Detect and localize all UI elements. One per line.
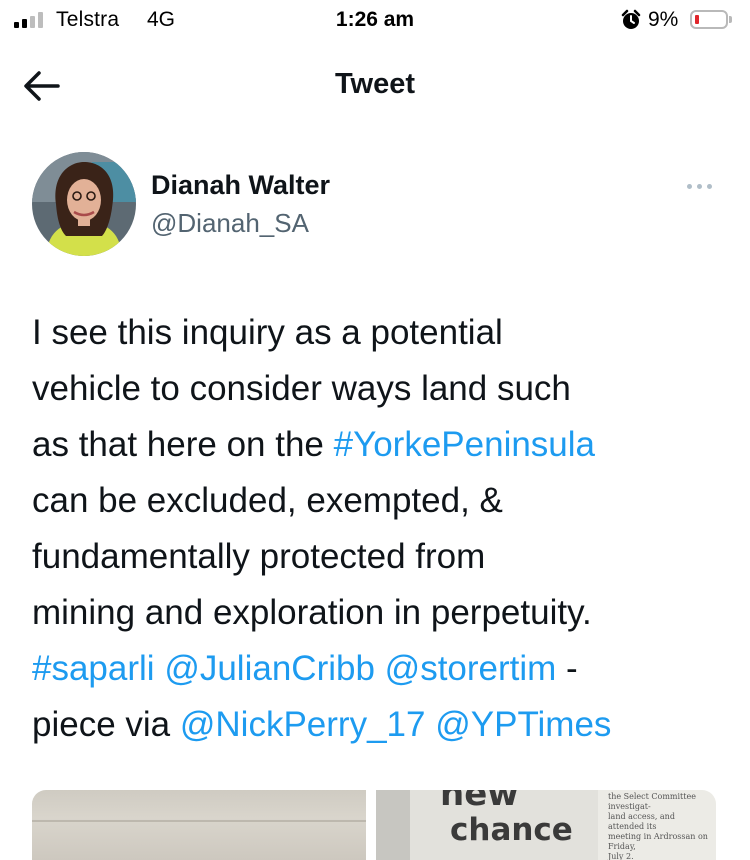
hashtag-link[interactable]: #saparli [32, 649, 155, 688]
avatar[interactable] [32, 152, 136, 256]
tweet-image-1[interactable] [32, 790, 366, 860]
alarm-clock-icon [621, 9, 641, 29]
image-article-text: the Select Committee investigat-land acc… [608, 792, 712, 860]
tweet-text-segment: piece via [32, 705, 180, 744]
tweet-text-segment [155, 649, 165, 688]
tweet-text-segment [425, 705, 435, 744]
tweet-text-segment: - [556, 649, 578, 688]
tweet-text-line: vehicle to consider ways land such [32, 361, 732, 417]
image-article-line: the Select Committee investigat- [608, 792, 696, 811]
tweet-text-segment: vehicle to consider ways land such [32, 369, 571, 408]
image-article-line: meeting in Ardrossan on Friday, [608, 832, 708, 851]
image-article-line: land access, and attended its [608, 812, 675, 831]
page-title: Tweet [334, 68, 416, 100]
tweet-text-line: piece via @NickPerry_17 @YPTimes [32, 697, 732, 753]
tweet-text-segment: fundamentally protected from [32, 537, 486, 576]
mention-link[interactable]: @storertim [385, 649, 557, 688]
image-article-line: July 2. [608, 852, 634, 860]
tweet-image-2[interactable]: new chance the Select Committee investig… [376, 790, 716, 860]
top-nav-bar: Tweet [0, 44, 750, 128]
battery-icon [690, 10, 728, 29]
more-horizontal-icon[interactable] [682, 178, 716, 194]
battery-percent: 9% [648, 8, 679, 31]
tweet-text-segment: I see this inquiry as a potential [32, 313, 503, 352]
mention-link[interactable]: @JulianCribb [164, 649, 375, 688]
tweet-text-line: #saparli @JulianCribb @storertim - [32, 641, 732, 697]
hashtag-link[interactable]: #YorkePeninsula [334, 425, 595, 464]
mention-link[interactable]: @NickPerry_17 [180, 705, 426, 744]
author-handle[interactable]: @Dianah_SA [151, 208, 309, 239]
author-name[interactable]: Dianah Walter [151, 170, 330, 201]
tweet-text-segment [375, 649, 385, 688]
tweet-text-line: I see this inquiry as a potential [32, 305, 732, 361]
tweet-text-segment: as that here on the [32, 425, 334, 464]
mention-link[interactable]: @YPTimes [435, 705, 611, 744]
tweet-text-line: as that here on the #YorkePeninsula [32, 417, 732, 473]
tweet-text: I see this inquiry as a potential vehicle… [32, 305, 732, 753]
status-bar: Telstra 4G 1:26 am 9% [0, 0, 750, 44]
image-headline-bottom: chance [450, 812, 573, 848]
tweet-text-segment: can be excluded, exempted, & [32, 481, 503, 520]
battery-level [695, 15, 699, 24]
tweet-text-line: can be excluded, exempted, & [32, 473, 732, 529]
image-headline-top: new [440, 790, 519, 814]
tweet-text-line: fundamentally protected from [32, 529, 732, 585]
tweet-text-segment: mining and exploration in perpetuity. [32, 593, 592, 632]
tweet-text-line: mining and exploration in perpetuity. [32, 585, 732, 641]
battery-tip [729, 16, 732, 23]
